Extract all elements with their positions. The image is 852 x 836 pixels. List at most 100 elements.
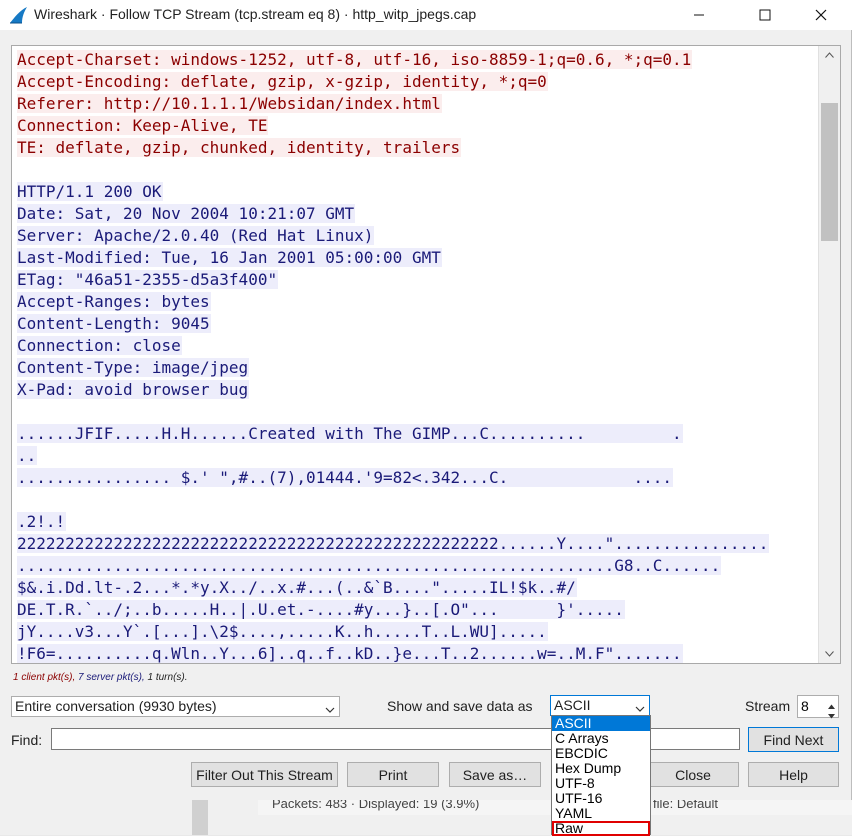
conversation-select[interactable]: Entire conversation (9930 bytes) — [11, 696, 340, 717]
filter-out-stream-button[interactable]: Filter Out This Stream — [191, 762, 338, 787]
scroll-thumb[interactable] — [821, 103, 838, 241]
save-as-button[interactable]: Save as… — [449, 762, 541, 787]
format-option-raw[interactable]: Raw — [552, 821, 650, 836]
stream-line: Content-Length: 9045 — [17, 313, 769, 335]
data-format-value: ASCII — [554, 697, 591, 713]
server-data-text: Accept-Ranges: bytes — [17, 292, 211, 311]
stream-line: Accept-Encoding: deflate, gzip, x-gzip, … — [17, 71, 769, 93]
stream-line: !F6=..........q.Wln..Y...6]..q..f..kD..}… — [17, 643, 769, 663]
format-option-yaml[interactable]: YAML — [552, 806, 650, 821]
stream-line: Content-Type: image/jpeg — [17, 357, 769, 379]
format-option-c-arrays[interactable]: C Arrays — [552, 731, 650, 746]
stream-number-spinbox[interactable]: 8 — [797, 695, 839, 719]
server-data-text: Content-Length: 9045 — [17, 314, 211, 333]
server-data-text: Connection: close — [17, 336, 182, 355]
server-data-text — [17, 160, 18, 179]
stream-scrollbar[interactable] — [818, 46, 840, 663]
server-data-text: X-Pad: avoid browser bug — [17, 380, 250, 399]
stream-line — [17, 159, 769, 181]
stream-line: ......JFIF.....H.H......Created with The… — [17, 423, 769, 445]
server-data-text — [17, 402, 18, 421]
server-data-text: ........................................… — [17, 556, 722, 575]
spin-down-icon[interactable] — [827, 707, 836, 725]
server-data-text: $&.i.Dd.lt-.2...*.*y.X../..x.#...(..&`B.… — [17, 578, 577, 597]
close-window-button[interactable] — [798, 0, 844, 30]
server-data-text: ................ $.' ",#..(7),01444.'9=8… — [17, 468, 674, 487]
turn-count: 1 turn(s). — [147, 672, 188, 683]
client-data-text: Connection: Keep-Alive, TE — [17, 116, 269, 135]
stream-line — [17, 489, 769, 511]
chevron-down-icon — [325, 701, 335, 717]
stream-line: .. — [17, 445, 769, 467]
stream-line: ................ $.' ",#..(7),01444.'9=8… — [17, 467, 769, 489]
format-option-ascii[interactable]: ASCII — [552, 716, 650, 731]
close-button[interactable]: Close — [647, 762, 739, 787]
format-option-hex-dump[interactable]: Hex Dump — [552, 761, 650, 776]
stream-line: ........................................… — [17, 555, 769, 577]
stream-line: X-Pad: avoid browser bug — [17, 379, 769, 401]
server-data-text: ......JFIF.....H.H......Created with The… — [17, 424, 683, 443]
data-format-select[interactable]: ASCII — [550, 695, 650, 716]
packet-summary: 1 client pkt(s), 7 server pkt(s), 1 turn… — [13, 672, 188, 683]
find-next-button[interactable]: Find Next — [748, 727, 839, 752]
conversation-value: Entire conversation (9930 bytes) — [15, 698, 217, 714]
server-data-text — [17, 490, 18, 509]
server-data-text: !F6=..........q.Wln..Y...6]..q..f..kD..}… — [17, 644, 683, 663]
window-title: Wireshark · Follow TCP Stream (tcp.strea… — [34, 6, 477, 22]
client-data-text: Accept-Encoding: deflate, gzip, x-gzip, … — [17, 72, 548, 91]
stream-line — [17, 401, 769, 423]
server-data-text: HTTP/1.1 200 OK — [17, 182, 163, 201]
wireshark-fin-icon — [8, 6, 28, 24]
stream-line: HTTP/1.1 200 OK — [17, 181, 769, 203]
client-data-text: TE: deflate, gzip, chunked, identity, tr… — [17, 138, 462, 157]
show-save-label: Show and save data as — [387, 698, 533, 714]
stream-line: DE.T.R.`../;..b.....H..|.U.et.-....#y...… — [17, 599, 769, 621]
stream-line: TE: deflate, gzip, chunked, identity, tr… — [17, 137, 769, 159]
data-format-dropdown-list[interactable]: ASCII C Arrays EBCDIC Hex Dump UTF-8 UTF… — [551, 715, 651, 836]
client-packet-count: 1 client pkt(s), — [13, 672, 76, 683]
format-option-utf-16[interactable]: UTF-16 — [552, 791, 650, 806]
stream-line: Server: Apache/2.0.40 (Red Hat Linux) — [17, 225, 769, 247]
background-scrollbar — [192, 800, 208, 835]
help-button[interactable]: Help — [748, 762, 839, 787]
stream-label: Stream — [745, 698, 791, 714]
server-data-text: 2222222222222222222222222222222222222222… — [17, 534, 770, 553]
server-data-text: DE.T.R.`../;..b.....H..|.U.et.-....#y...… — [17, 600, 625, 619]
stream-number-value: 8 — [801, 698, 809, 714]
minimize-button[interactable] — [676, 0, 722, 30]
stream-line: 2222222222222222222222222222222222222222… — [17, 533, 770, 555]
format-option-ebcdic[interactable]: EBCDIC — [552, 746, 650, 761]
stream-line: Accept-Ranges: bytes — [17, 291, 769, 313]
stream-content-pane[interactable]: Accept-Charset: windows-1252, utf-8, utf… — [11, 45, 841, 664]
stream-line: Last-Modified: Tue, 16 Jan 2001 05:00:00… — [17, 247, 769, 269]
server-data-text: Content-Type: image/jpeg — [17, 358, 250, 377]
server-data-text: Server: Apache/2.0.40 (Red Hat Linux) — [17, 226, 375, 245]
server-data-text: .. — [17, 446, 38, 465]
stream-line: Referer: http://10.1.1.1/Websidan/index.… — [17, 93, 769, 115]
server-packet-count: 7 server pkt(s), — [78, 672, 145, 683]
stream-line: Accept-Charset: windows-1252, utf-8, utf… — [17, 49, 769, 71]
server-data-text: jY....v3...Y`.[...].\2$....,.....K..h...… — [17, 622, 548, 641]
server-data-text: Last-Modified: Tue, 16 Jan 2001 05:00:00… — [17, 248, 442, 267]
format-option-utf-8[interactable]: UTF-8 — [552, 776, 650, 791]
stream-line: $&.i.Dd.lt-.2...*.*y.X../..x.#...(..&`B.… — [17, 577, 769, 599]
client-data-text: Referer: http://10.1.1.1/Websidan/index.… — [17, 94, 442, 113]
server-data-text: ETag: "46a51-2355-d5a3f400" — [17, 270, 279, 289]
stream-line: Connection: close — [17, 335, 769, 357]
chevron-down-icon — [635, 700, 645, 716]
find-label: Find: — [11, 732, 43, 748]
stream-line: ETag: "46a51-2355-d5a3f400" — [17, 269, 769, 291]
title-bar[interactable]: Wireshark · Follow TCP Stream (tcp.strea… — [0, 0, 852, 30]
follow-stream-dialog: Wireshark · Follow TCP Stream (tcp.strea… — [0, 0, 852, 800]
server-data-text: Date: Sat, 20 Nov 2004 10:21:07 GMT — [17, 204, 356, 223]
scroll-down-arrow-icon[interactable] — [819, 645, 840, 663]
client-data-text: Accept-Charset: windows-1252, utf-8, utf… — [17, 50, 693, 69]
stream-text: Accept-Charset: windows-1252, utf-8, utf… — [17, 49, 770, 663]
print-button[interactable]: Print — [347, 762, 439, 787]
scroll-up-arrow-icon[interactable] — [819, 46, 840, 64]
stream-line: Connection: Keep-Alive, TE — [17, 115, 769, 137]
server-data-text: .2!.! — [17, 512, 67, 531]
stream-line: jY....v3...Y`.[...].\2$....,.....K..h...… — [17, 621, 769, 643]
stream-line: .2!.! — [17, 511, 769, 533]
maximize-button[interactable] — [742, 0, 788, 30]
